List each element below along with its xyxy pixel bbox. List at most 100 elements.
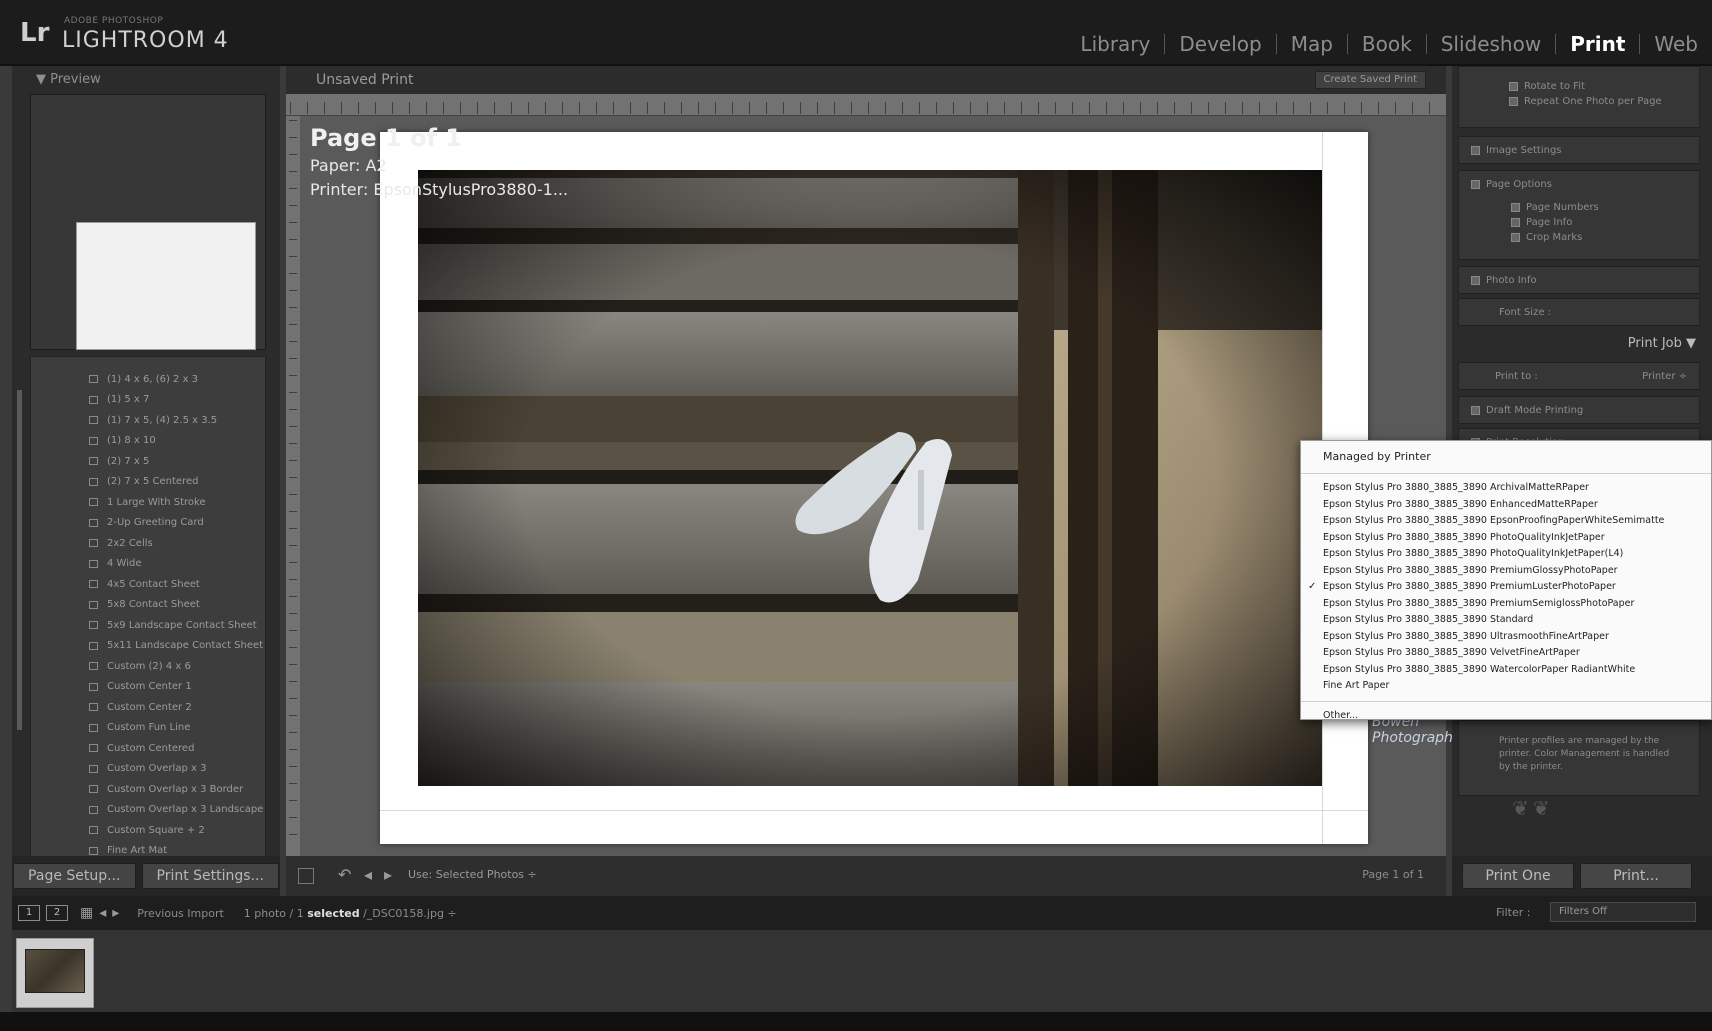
option-row[interactable]: Page Info (1511, 217, 1687, 228)
profile-option[interactable]: Epson Stylus Pro 3880_3885_3890 EpsonPro… (1301, 513, 1711, 530)
template-item[interactable]: (1) 7 x 5, (4) 2.5 x 3.5 (31, 410, 265, 431)
profile-option[interactable]: Epson Stylus Pro 3880_3885_3890 Ultrasmo… (1301, 629, 1711, 646)
profile-option[interactable]: Epson Stylus Pro 3880_3885_3890 PhotoQua… (1301, 546, 1711, 563)
draft-mode-row[interactable]: Draft Mode Printing (1458, 396, 1700, 424)
filmstrip-thumbnail[interactable] (16, 938, 94, 1008)
next-page-icon[interactable]: ▸ (384, 865, 392, 884)
profile-option-other[interactable]: Other... (1301, 708, 1711, 725)
template-item[interactable]: 4 Wide (31, 554, 265, 575)
page-info-overlay: Page 1 of 1 Paper: A2 Printer: EpsonStyl… (310, 122, 568, 202)
profile-option[interactable]: Epson Stylus Pro 3880_3885_3890 Archival… (1301, 480, 1711, 497)
template-icon (89, 375, 98, 384)
left-panel-scrollbar[interactable] (17, 390, 22, 730)
second-window-button[interactable]: 2 (46, 905, 68, 921)
template-item[interactable]: Custom Center 2 (31, 697, 265, 718)
profile-option-selected[interactable]: Epson Stylus Pro 3880_3885_3890 PremiumL… (1301, 579, 1711, 596)
template-item[interactable]: Custom Overlap x 3 Border (31, 779, 265, 800)
preview-panel-header[interactable]: ▼ Preview (12, 66, 280, 92)
template-item[interactable]: (1) 4 x 6, (6) 2 x 3 (31, 369, 265, 390)
print-title: Unsaved Print (316, 72, 414, 88)
filmstrip-source[interactable]: Previous Import (137, 907, 224, 920)
option-row[interactable]: Rotate to Fit (1509, 81, 1699, 92)
module-slideshow[interactable]: Slideshow (1427, 32, 1556, 56)
print-settings-button[interactable]: Print Settings... (141, 863, 279, 889)
dropdown-header[interactable]: Managed by Printer (1301, 447, 1711, 467)
checkbox[interactable] (1471, 405, 1480, 415)
template-item[interactable]: Custom Centered (31, 738, 265, 759)
main-window-button[interactable]: 1 (18, 905, 40, 921)
module-develop[interactable]: Develop (1165, 32, 1275, 56)
view-toggle-icon[interactable] (298, 868, 314, 884)
filmstrip-path[interactable]: 1 photo / 1 selected /_DSC0158.jpg ÷ (244, 907, 457, 920)
profile-option[interactable]: Fine Art Paper (1301, 678, 1711, 695)
template-item[interactable]: (2) 7 x 5 Centered (31, 472, 265, 493)
filter-select[interactable]: Filters Off (1550, 902, 1696, 922)
print-canvas-area: Unsaved Print Create Saved Print Bowen P… (286, 66, 1570, 856)
use-selector[interactable]: Use: Selected Photos ÷ (408, 868, 537, 881)
template-icon (89, 662, 98, 671)
grid-icon[interactable]: ▦ (80, 905, 93, 921)
photo-info-section[interactable]: Photo Info (1458, 266, 1700, 294)
checkbox[interactable] (1511, 217, 1520, 227)
template-item[interactable]: 2x2 Cells (31, 533, 265, 554)
template-item[interactable]: Custom (2) 4 x 6 (31, 656, 265, 677)
module-book[interactable]: Book (1348, 32, 1426, 56)
template-item[interactable]: (1) 5 x 7 (31, 390, 265, 411)
checkbox[interactable] (1511, 232, 1520, 242)
template-item[interactable]: Custom Center 1 (31, 677, 265, 698)
bottom-edge (0, 1012, 1712, 1031)
profile-option[interactable]: Epson Stylus Pro 3880_3885_3890 Watercol… (1301, 662, 1711, 679)
section-toggle[interactable] (1471, 145, 1480, 155)
template-item[interactable]: Custom Overlap x 3 Landscape (31, 800, 265, 821)
template-item[interactable]: 2-Up Greeting Card (31, 513, 265, 534)
back-arrow-icon[interactable]: ◂ (99, 905, 106, 921)
module-web[interactable]: Web (1640, 32, 1712, 56)
template-item[interactable]: 5x9 Landscape Contact Sheet (31, 615, 265, 636)
module-print[interactable]: Print (1556, 32, 1639, 56)
print-job-header[interactable]: Print Job ▼ (1628, 336, 1696, 351)
option-row[interactable]: Repeat One Photo per Page (1509, 96, 1699, 107)
profile-option[interactable]: Epson Stylus Pro 3880_3885_3890 PhotoQua… (1301, 530, 1711, 547)
profile-option[interactable]: Epson Stylus Pro 3880_3885_3890 PremiumG… (1301, 563, 1711, 580)
template-item[interactable]: (2) 7 x 5 (31, 451, 265, 472)
template-item[interactable]: Custom Square + 2 (31, 820, 265, 841)
checkbox[interactable] (1511, 202, 1520, 212)
print-to-row[interactable]: Print to : Printer ÷ (1458, 362, 1700, 390)
image-settings-section[interactable]: Image Settings (1458, 136, 1700, 164)
option-row[interactable]: Page Numbers (1511, 202, 1687, 213)
section-toggle[interactable] (1471, 275, 1480, 285)
template-item[interactable]: 4x5 Contact Sheet (31, 574, 265, 595)
template-item[interactable]: 5x8 Contact Sheet (31, 595, 265, 616)
print-photo[interactable] (418, 170, 1322, 786)
create-saved-print-button[interactable]: Create Saved Print (1314, 71, 1426, 89)
forward-arrow-icon[interactable]: ▸ (112, 905, 119, 921)
template-item[interactable]: 1 Large With Stroke (31, 492, 265, 513)
template-item[interactable]: Custom Overlap x 3 (31, 759, 265, 780)
module-library[interactable]: Library (1066, 32, 1164, 56)
print-button[interactable]: Print... (1580, 863, 1692, 889)
filter-label: Filter : (1496, 906, 1531, 919)
section-toggle[interactable] (1471, 179, 1480, 189)
profile-note-box: Printer profiles are managed by the prin… (1458, 720, 1700, 796)
previous-page-icon[interactable]: ◂ (364, 865, 372, 884)
margin-guide[interactable] (380, 810, 1368, 811)
profile-option[interactable]: Epson Stylus Pro 3880_3885_3890 PremiumS… (1301, 596, 1711, 613)
profile-option[interactable]: Epson Stylus Pro 3880_3885_3890 VelvetFi… (1301, 645, 1711, 662)
checkbox[interactable] (1509, 81, 1518, 91)
module-map[interactable]: Map (1277, 32, 1347, 56)
template-icon (89, 641, 98, 650)
template-item[interactable]: (1) 8 x 10 (31, 431, 265, 452)
template-item[interactable]: Custom Fun Line (31, 718, 265, 739)
ruler-ticks (290, 102, 1440, 114)
template-item[interactable]: 5x11 Landscape Contact Sheet (31, 636, 265, 657)
first-page-icon[interactable]: ↶ (338, 865, 351, 884)
page-setup-button[interactable]: Page Setup... (13, 863, 136, 889)
font-size-row[interactable]: Font Size : (1458, 298, 1700, 326)
print-to-select[interactable]: Printer ÷ (1642, 371, 1687, 381)
profile-option[interactable]: Epson Stylus Pro 3880_3885_3890 Enhanced… (1301, 497, 1711, 514)
print-one-button[interactable]: Print One (1462, 863, 1574, 889)
option-row[interactable]: Crop Marks (1511, 232, 1687, 243)
profile-option[interactable]: Epson Stylus Pro 3880_3885_3890 Standard (1301, 612, 1711, 629)
left-ruler (286, 116, 300, 856)
checkbox[interactable] (1509, 96, 1518, 106)
